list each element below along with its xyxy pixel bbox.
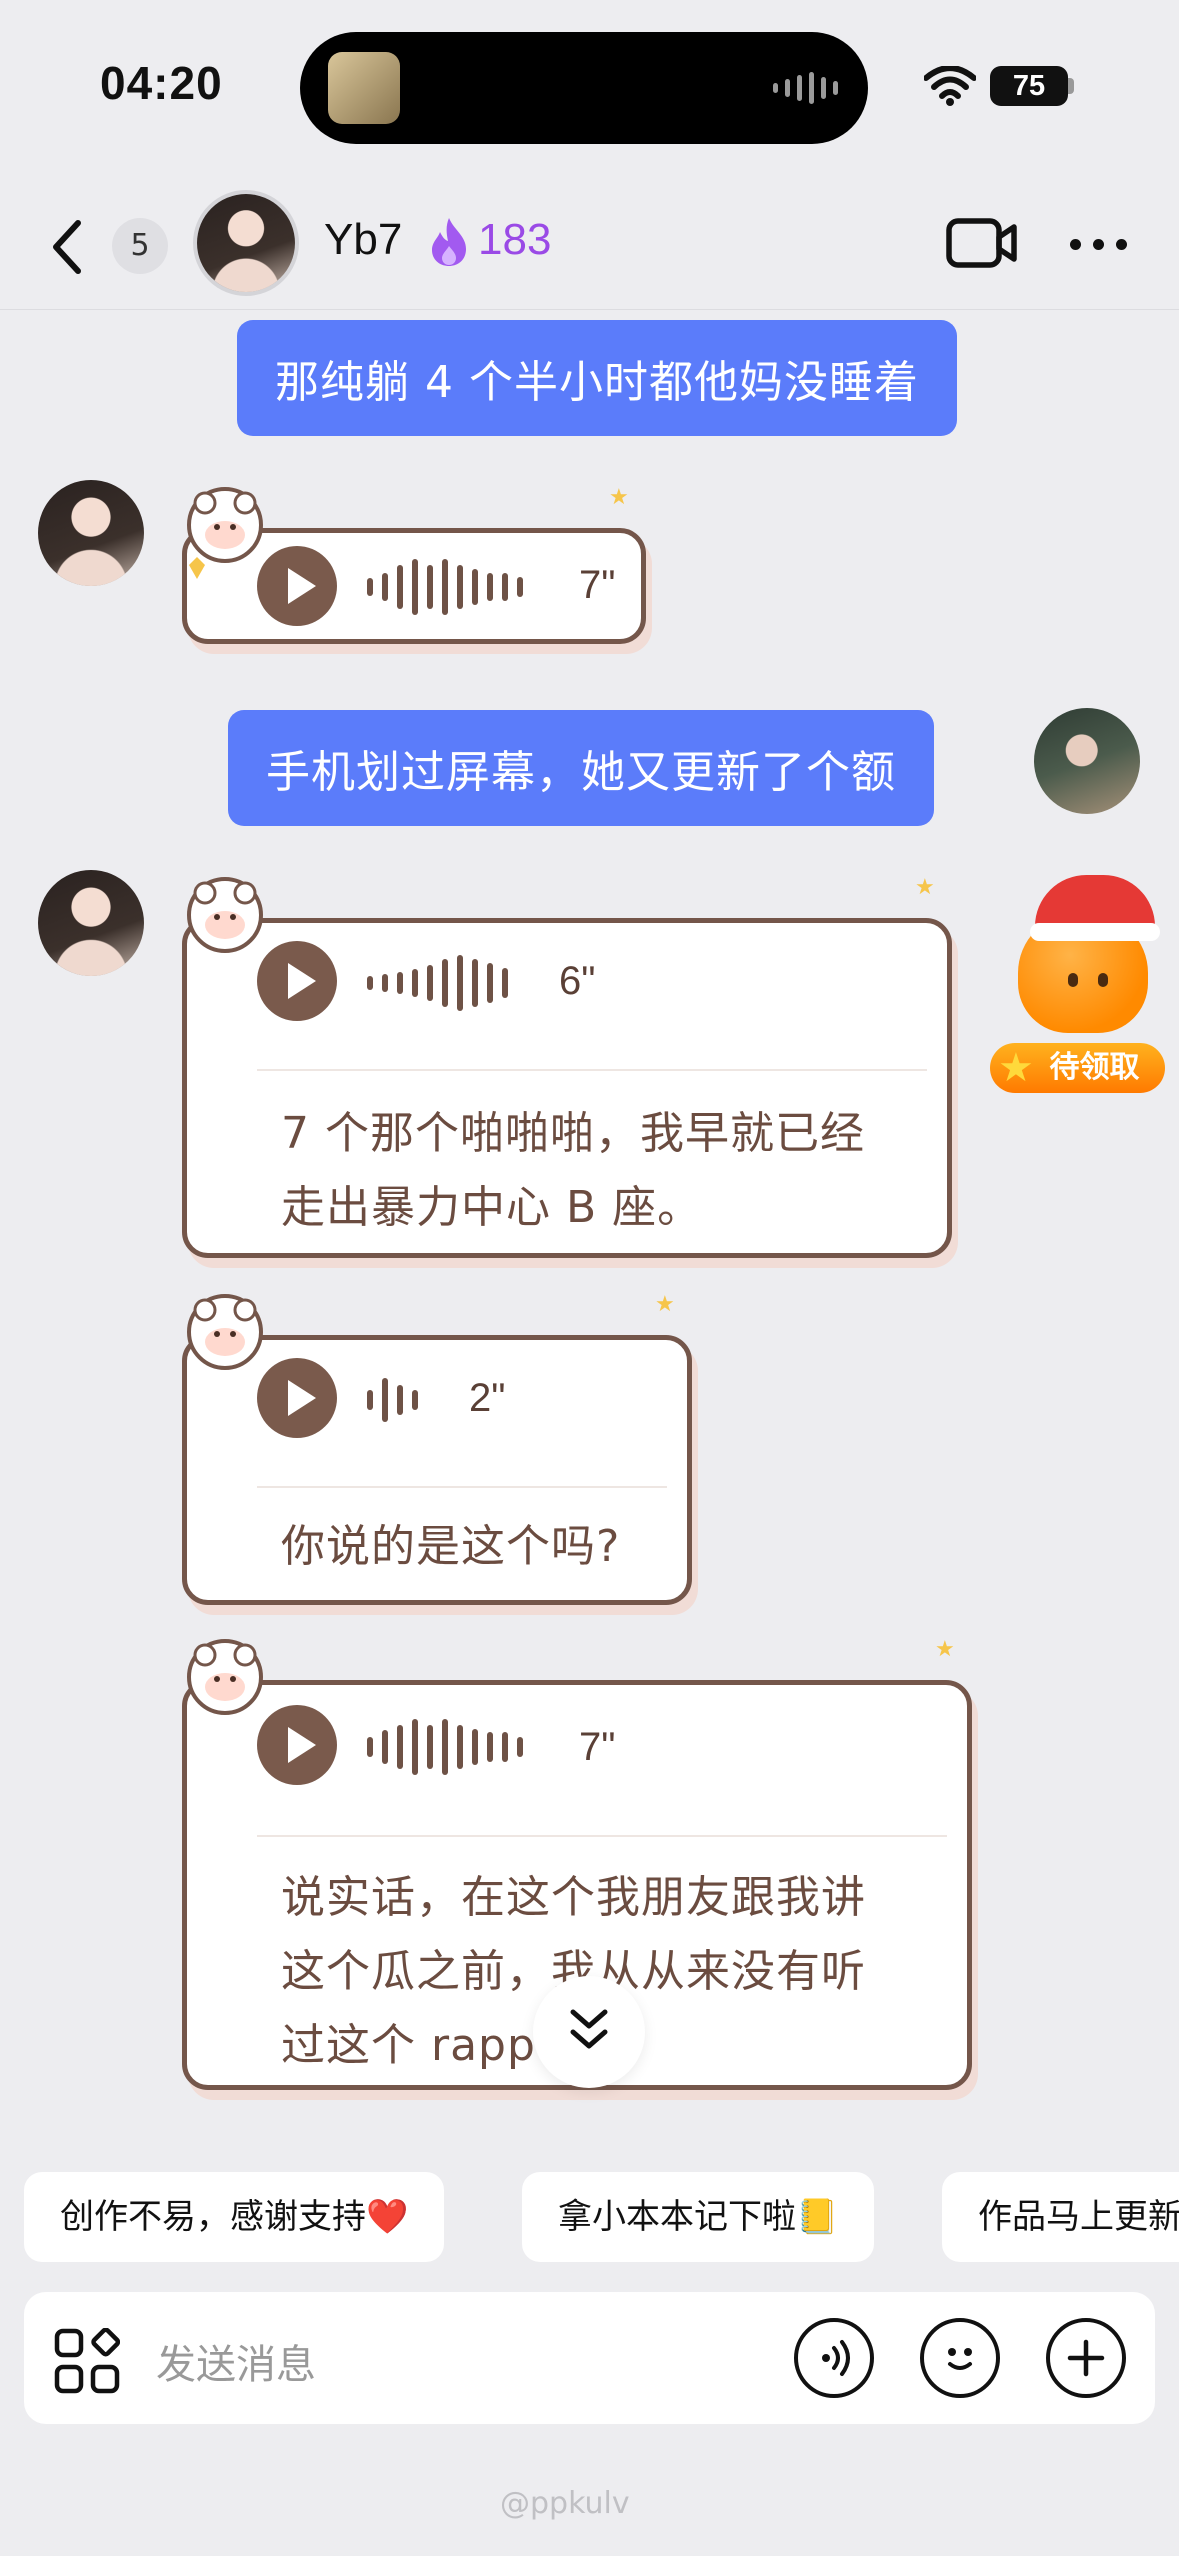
voice-message-card[interactable]: ★ 2" 你说的是这个吗? bbox=[182, 1292, 692, 1605]
voice-input-button[interactable] bbox=[794, 2318, 874, 2398]
unread-count-badge[interactable]: 5 bbox=[112, 218, 168, 274]
contact-avatar[interactable] bbox=[38, 870, 144, 976]
voice-transcript: 7 个那个啪啪啪，我早就已经 走出暴力中心 B 座。 bbox=[281, 1097, 865, 1245]
video-call-icon[interactable] bbox=[946, 217, 1018, 269]
play-button[interactable] bbox=[257, 546, 337, 626]
contact-avatar[interactable] bbox=[193, 190, 299, 296]
quick-reply-chip[interactable]: 拿小本本记下啦📒 bbox=[522, 2172, 875, 2262]
star-icon: ★ bbox=[655, 1292, 675, 1317]
chat-header: 5 Yb7 183 bbox=[0, 185, 1179, 310]
smiley-icon bbox=[948, 2348, 972, 2370]
status-time: 04:20 bbox=[100, 57, 223, 109]
voice-duration: 7" bbox=[579, 563, 616, 607]
voice-message-card[interactable]: ★ 6" 7 个那个啪啪啪，我早就已经 走出暴力中心 B 座。 bbox=[182, 875, 952, 1258]
mascot-eye bbox=[1068, 973, 1078, 987]
wifi-icon bbox=[924, 66, 976, 106]
contact-name[interactable]: Yb7 bbox=[324, 215, 402, 265]
apps-grid-icon[interactable] bbox=[54, 2328, 120, 2394]
santa-hat-band bbox=[1030, 923, 1160, 941]
transcript-line: 说实话，在这个我朋友跟我讲 bbox=[281, 1872, 866, 1923]
sent-message-bubble[interactable]: 手机划过屏幕，她又更新了个额 bbox=[228, 710, 934, 826]
voice-waveform bbox=[367, 1378, 418, 1422]
more-options-icon[interactable] bbox=[1070, 239, 1127, 250]
divider bbox=[257, 1835, 947, 1837]
star-icon: ★ bbox=[935, 1637, 955, 1662]
dynamic-island[interactable] bbox=[300, 32, 868, 144]
message-text: 手机划过屏幕，她又更新了个额 bbox=[266, 747, 896, 798]
voice-duration: 6" bbox=[559, 959, 596, 1003]
voice-duration: 7" bbox=[579, 1725, 616, 1769]
now-playing-artwork bbox=[328, 52, 400, 124]
reward-pending-widget[interactable]: 待领取 ★ bbox=[990, 875, 1175, 1095]
scroll-to-bottom-button[interactable] bbox=[533, 1976, 645, 2088]
voice-waveform bbox=[367, 955, 508, 1011]
play-button[interactable] bbox=[257, 1358, 337, 1438]
quick-reply-chip[interactable]: 作品马上更新 bbox=[942, 2172, 1179, 2262]
plus-icon bbox=[1067, 2339, 1105, 2377]
streak-count: 183 bbox=[478, 215, 552, 264]
sound-wave-icon bbox=[822, 2340, 850, 2376]
contact-avatar[interactable] bbox=[38, 480, 144, 586]
play-button[interactable] bbox=[257, 1705, 337, 1785]
mascot-eye bbox=[1098, 973, 1108, 987]
voice-transcript: 你说的是这个吗? bbox=[281, 1510, 620, 1584]
star-icon: ★ bbox=[998, 1045, 1034, 1091]
battery-cap bbox=[1068, 78, 1074, 94]
transcript-line: 走出暴力中心 B 座。 bbox=[281, 1182, 703, 1233]
flame-icon bbox=[432, 218, 466, 266]
voice-duration: 2" bbox=[469, 1376, 506, 1420]
transcript-line: 7 个那个啪啪啪，我早就已经 bbox=[281, 1108, 865, 1159]
my-avatar[interactable] bbox=[1034, 708, 1140, 814]
voice-waveform bbox=[367, 1719, 523, 1775]
quick-reply-chip[interactable]: 创作不易，感谢支持❤️ bbox=[24, 2172, 445, 2262]
message-input-bar: 发送消息 bbox=[24, 2292, 1155, 2424]
voice-message-card[interactable]: ★ 7" bbox=[182, 485, 646, 644]
play-button[interactable] bbox=[257, 941, 337, 1021]
emoji-button[interactable] bbox=[920, 2318, 1000, 2398]
sent-message-bubble[interactable]: 那纯躺 4 个半小时都他妈没睡着 bbox=[237, 320, 957, 436]
message-input[interactable]: 发送消息 bbox=[156, 2332, 316, 2390]
voice-waveform bbox=[367, 559, 523, 615]
message-text: 那纯躺 4 个半小时都他妈没睡着 bbox=[275, 357, 919, 408]
more-actions-button[interactable] bbox=[1046, 2318, 1126, 2398]
star-icon: ★ bbox=[609, 485, 629, 510]
divider bbox=[257, 1069, 927, 1071]
divider bbox=[257, 1486, 667, 1488]
audio-wave-icon bbox=[773, 72, 838, 104]
battery-level: 75 bbox=[990, 66, 1068, 106]
watermark: @ppkulv bbox=[500, 2486, 630, 2521]
transcript-line: 你说的是这个吗? bbox=[281, 1521, 621, 1572]
back-arrow-icon[interactable] bbox=[48, 217, 84, 277]
double-chevron-down-icon bbox=[570, 2009, 608, 2049]
star-icon: ★ bbox=[915, 875, 935, 900]
